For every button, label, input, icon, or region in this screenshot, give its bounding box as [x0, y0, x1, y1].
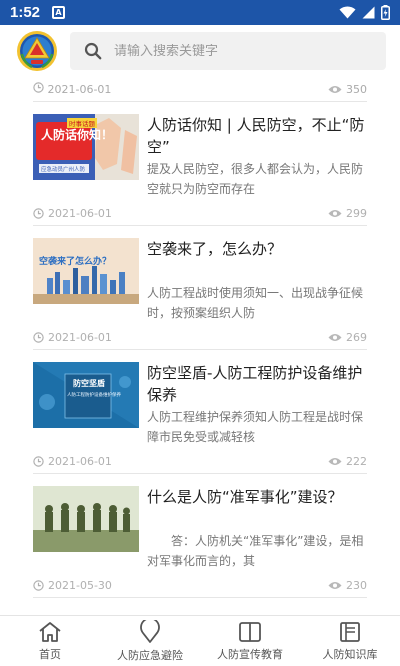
article-meta: 2021-06-01 269	[33, 323, 367, 349]
search-input[interactable]	[114, 43, 344, 59]
battery-icon	[381, 5, 390, 20]
article-item[interactable]: 人防话你知！ 时事话题 应急动员广州人防 人防话你知 | 人民防空，不止“防空”…	[33, 102, 367, 226]
date-text: 2021-06-01	[47, 83, 112, 96]
clock-icon	[33, 331, 44, 343]
home-icon	[39, 621, 61, 642]
eye-icon	[328, 209, 342, 217]
article-title[interactable]: 人防话你知 | 人民防空，不止“防空”	[147, 114, 367, 158]
library-icon	[340, 621, 360, 642]
clock-icon	[33, 82, 44, 93]
views-count: 269	[346, 330, 367, 344]
clock-icon	[33, 579, 44, 591]
article-views: 350	[328, 83, 367, 96]
eye-icon	[328, 333, 342, 341]
nav-knowledge-base[interactable]: 人防知识库	[300, 616, 400, 666]
clock-icon	[33, 455, 44, 467]
nav-home[interactable]: 首页	[0, 616, 100, 666]
article-thumbnail: 人防话你知！ 时事话题 应急动员广州人防	[33, 114, 139, 180]
article-meta: 2021-06-01 222	[33, 447, 367, 473]
article-views: 230	[328, 579, 367, 592]
article-item[interactable]: 什么是人防“准军事化”建设？ 答：人防机关“准军事化”建设，是相对军事化而言的，…	[33, 474, 367, 598]
eye-icon	[328, 457, 342, 465]
eye-icon	[328, 581, 342, 589]
book-icon	[239, 621, 261, 642]
article-title[interactable]: 空袭来了，怎么办？	[147, 238, 367, 282]
article-thumbnail: 空袭来了怎么办？	[33, 238, 139, 304]
article-summary: 答：人防机关“准军事化”建设，是相对军事化而言的，其	[147, 534, 364, 568]
status-time: 1:52	[10, 4, 41, 21]
article-summary: 人防工程战时使用须知一、出现战争征候时，按预案组织人防	[147, 286, 364, 320]
article-thumbnail: 防空坚盾 人防工程防护设备维护保养	[33, 362, 139, 428]
thumbnail-title: 人防话你知！	[41, 127, 113, 142]
thumbnail-title: 防空坚盾	[73, 378, 105, 388]
date-text: 2021-06-01	[48, 454, 112, 468]
views-count: 299	[346, 206, 367, 220]
article-meta: 2021-05-30 230	[33, 571, 367, 597]
wifi-icon	[339, 6, 356, 19]
nav-label: 首页	[39, 647, 61, 661]
thumbnail-title: 空袭来了怎么办？	[39, 255, 111, 267]
article-feed[interactable]: 2021-06-01 350 人防话你知！ 时事话题 应急动员广州人防 人防话你…	[33, 77, 367, 615]
bottom-nav: 首页 人防应急避险 人防宣传教育 人防知识库	[0, 615, 400, 666]
nav-label: 人防宣传教育	[217, 647, 283, 661]
article-date: 2021-06-01	[33, 207, 112, 220]
search-bar[interactable]	[70, 32, 386, 70]
article-date: 2021-06-01	[33, 331, 112, 344]
article-views: 269	[328, 331, 367, 344]
signal-icon	[362, 6, 375, 19]
previous-article-meta: 2021-06-01 350	[33, 77, 367, 102]
status-bar: 1:52 A	[0, 0, 400, 25]
article-summary: 提及人民防空，很多人都会认为，人民防空就只为防空而存在	[147, 162, 364, 196]
civil-defense-logo	[17, 31, 57, 71]
date-text: 2021-05-30	[48, 578, 112, 592]
date-text: 2021-06-01	[48, 330, 112, 344]
article-date: 2021-05-30	[33, 579, 112, 592]
article-thumbnail	[33, 486, 139, 552]
article-title[interactable]: 什么是人防“准军事化”建设？	[147, 486, 367, 530]
thumbnail-subtitle: 应急动员广州人防	[41, 165, 86, 173]
article-date: 2021-06-01	[33, 455, 112, 468]
article-item[interactable]: 空袭来了怎么办？ 空袭来了，怎么办？ 人防工程战时使用须知一、出现战争征候时，按…	[33, 226, 367, 350]
views-count: 350	[346, 82, 367, 96]
app-header	[0, 25, 400, 77]
thumbnail-tag: 时事话题	[69, 119, 96, 128]
nav-label: 人防知识库	[322, 647, 378, 661]
article-date: 2021-06-01	[33, 82, 111, 96]
views-count: 230	[346, 578, 367, 592]
nav-label: 人防应急避险	[117, 648, 183, 662]
eye-icon	[328, 85, 342, 93]
clock-icon	[33, 207, 44, 219]
date-text: 2021-06-01	[48, 206, 112, 220]
nav-publicity-education[interactable]: 人防宣传教育	[200, 616, 300, 666]
thumbnail-subtitle: 人防工程防护设备维护保养	[67, 391, 121, 398]
article-meta: 2021-06-01 299	[33, 199, 367, 225]
views-count: 222	[346, 454, 367, 468]
article-views: 222	[328, 455, 367, 468]
notification-app-icon: A	[52, 6, 66, 19]
article-summary: 人防工程维护保养须知人防工程是战时保障市民免受或减轻核	[147, 410, 364, 444]
search-icon	[84, 42, 102, 60]
article-title[interactable]: 防空坚盾-人防工程防护设备维护保养	[147, 362, 367, 406]
nav-emergency-shelter[interactable]: 人防应急避险	[100, 616, 200, 666]
article-item[interactable]: 防空坚盾 人防工程防护设备维护保养 防空坚盾-人防工程防护设备维护保养 人防工程…	[33, 350, 367, 474]
location-pin-icon	[140, 619, 160, 643]
article-views: 299	[328, 207, 367, 220]
